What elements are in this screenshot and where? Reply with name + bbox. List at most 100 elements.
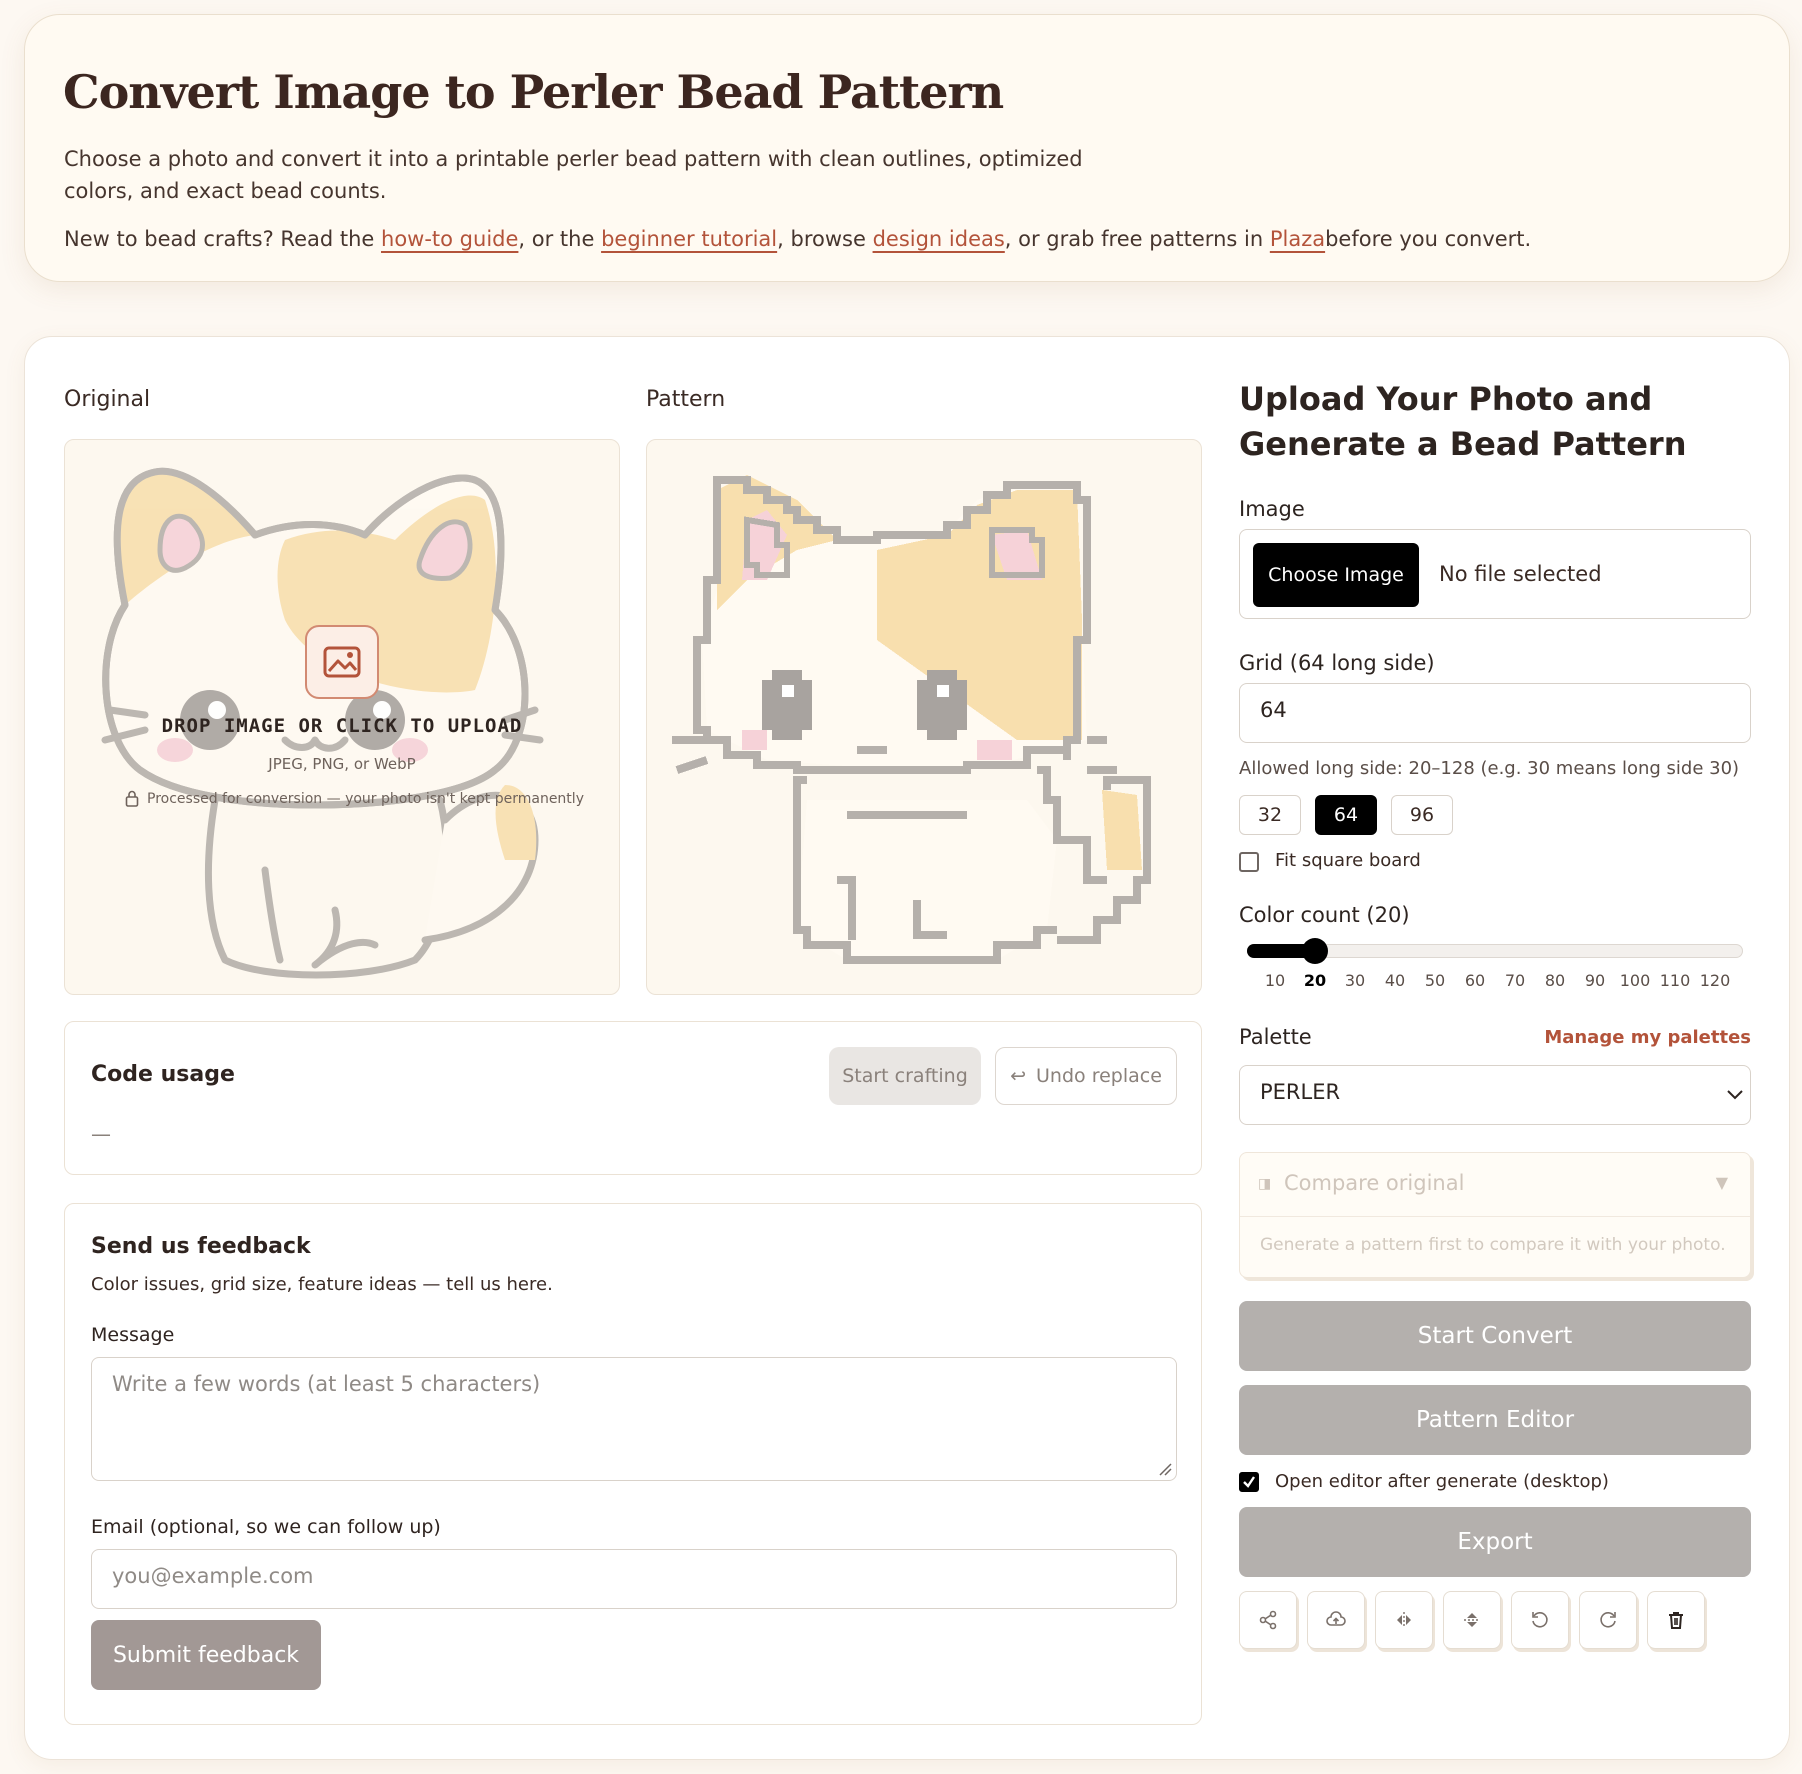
- hero-links-line: New to bead crafts? Read the how-to guid…: [64, 227, 1531, 251]
- choose-image-label: Choose Image: [1268, 564, 1404, 586]
- grid-size-value: 64: [1260, 698, 1287, 722]
- flip-horizontal-button[interactable]: [1375, 1591, 1433, 1649]
- fit-square-checkbox[interactable]: [1239, 852, 1259, 872]
- color-tick-label: 110: [1659, 971, 1691, 990]
- palette-select[interactable]: PERLER: [1239, 1065, 1751, 1125]
- open-editor-label: Open editor after generate (desktop): [1275, 1471, 1609, 1492]
- feedback-card: Send us feedback Color issues, grid size…: [64, 1203, 1202, 1725]
- how-to-guide-link[interactable]: how-to guide: [381, 227, 518, 251]
- color-tick-label: 30: [1344, 971, 1366, 990]
- undo-replace-button[interactable]: ↩ Undo replace: [995, 1047, 1177, 1105]
- choose-image-button[interactable]: Choose Image: [1253, 543, 1419, 607]
- color-tick-label: 40: [1384, 971, 1406, 990]
- expand-triangle-icon: ▼: [1715, 1173, 1728, 1192]
- compare-original-panel[interactable]: ◨ Compare original ▼ Generate a pattern …: [1239, 1152, 1751, 1278]
- delete-button[interactable]: [1647, 1591, 1705, 1649]
- grid-preset-32[interactable]: 32: [1239, 795, 1301, 835]
- compare-title: Compare original: [1284, 1171, 1465, 1195]
- code-usage-empty: —: [91, 1122, 111, 1146]
- links-text: , browse: [777, 227, 873, 251]
- email-label: Email (optional, so we can follow up): [91, 1516, 441, 1538]
- grid-preset-label: 64: [1333, 804, 1359, 826]
- resize-handle-icon[interactable]: [1158, 1462, 1172, 1476]
- plaza-link[interactable]: Plaza: [1270, 227, 1325, 251]
- color-tick-label: 120: [1699, 971, 1731, 990]
- start-crafting-button[interactable]: Start crafting: [829, 1047, 981, 1105]
- color-tick-label: 50: [1424, 971, 1446, 990]
- color-tick-label: 60: [1464, 971, 1486, 990]
- drop-formats: JPEG, PNG, or WebP: [268, 755, 416, 773]
- sidebar-title: Upload Your Photo and Generate a Bead Pa…: [1239, 380, 1687, 463]
- flip-vertical-button[interactable]: [1443, 1591, 1501, 1649]
- grid-preset-label: 96: [1409, 804, 1435, 826]
- privacy-note: Processed for conversion — your photo is…: [125, 790, 584, 807]
- color-tick-label: 10: [1264, 971, 1286, 990]
- rotate-left-button[interactable]: [1511, 1591, 1569, 1649]
- links-text: , or the: [518, 227, 602, 251]
- hero-description: Choose a photo and convert it into a pri…: [64, 147, 1083, 203]
- undo-icon: ↩: [1010, 1065, 1027, 1087]
- start-convert-button[interactable]: Start Convert: [1239, 1301, 1751, 1371]
- message-label: Message: [91, 1324, 175, 1346]
- page-title: Convert Image to Perler Bead Pattern: [63, 65, 1004, 119]
- message-placeholder: Write a few words (at least 5 characters…: [112, 1372, 541, 1396]
- start-convert-label: Start Convert: [1417, 1323, 1573, 1349]
- start-crafting-label: Start crafting: [842, 1065, 968, 1087]
- code-usage-card: Code usage Start crafting ↩ Undo replace…: [64, 1021, 1202, 1175]
- cloud-upload-button[interactable]: [1307, 1591, 1365, 1649]
- flip-horizontal-icon: [1397, 1612, 1411, 1628]
- color-count-ticks: 10 20 30 40 50 60 70 80 90 100 110 120: [1247, 971, 1743, 991]
- code-usage-title: Code usage: [91, 1062, 235, 1087]
- flip-vertical-icon: [1464, 1613, 1480, 1627]
- grid-preset-64[interactable]: 64: [1315, 795, 1377, 835]
- export-button[interactable]: Export: [1239, 1507, 1751, 1577]
- compare-icon: ◨: [1258, 1176, 1272, 1192]
- check-icon: [1243, 1476, 1255, 1488]
- beginner-tutorial-link[interactable]: beginner tutorial: [601, 227, 777, 251]
- feedback-title: Send us feedback: [91, 1234, 311, 1259]
- design-ideas-link[interactable]: design ideas: [873, 227, 1005, 251]
- pattern-editor-button[interactable]: Pattern Editor: [1239, 1385, 1751, 1455]
- color-tick-label: 80: [1544, 971, 1566, 990]
- privacy-text: Processed for conversion — your photo is…: [147, 790, 584, 807]
- hero-card: Convert Image to Perler Bead Pattern Cho…: [24, 14, 1790, 282]
- share-icon: [1259, 1610, 1277, 1630]
- drop-upload-text: DROP IMAGE OR CLICK TO UPLOAD: [161, 715, 523, 737]
- message-textarea[interactable]: Write a few words (at least 5 characters…: [91, 1357, 1177, 1481]
- submit-feedback-button[interactable]: Submit feedback: [91, 1620, 321, 1690]
- open-editor-checkbox[interactable]: [1239, 1472, 1259, 1492]
- grid-preset-96[interactable]: 96: [1391, 795, 1453, 835]
- grid-preset-label: 32: [1257, 804, 1283, 826]
- rotate-right-button[interactable]: [1579, 1591, 1637, 1649]
- rotate-right-icon: [1600, 1612, 1616, 1628]
- share-button[interactable]: [1239, 1591, 1297, 1649]
- email-input[interactable]: you@example.com: [91, 1549, 1177, 1609]
- pattern-preview: [646, 439, 1202, 995]
- links-text: , or grab free patterns in: [1004, 227, 1270, 251]
- color-count-thumb[interactable]: [1302, 938, 1328, 964]
- upload-image-icon[interactable]: [305, 625, 379, 699]
- cloud-upload-icon: [1326, 1611, 1346, 1626]
- export-label: Export: [1457, 1529, 1533, 1555]
- fit-square-label: Fit square board: [1275, 850, 1421, 871]
- submit-feedback-label: Submit feedback: [112, 1642, 300, 1668]
- color-tick-label: 70: [1504, 971, 1526, 990]
- file-input[interactable]: Choose Image No file selected: [1239, 529, 1751, 619]
- pattern-label: Pattern: [646, 387, 726, 412]
- image-label: Image: [1239, 497, 1305, 521]
- grid-help-text: Allowed long side: 20–128 (e.g. 30 means…: [1239, 758, 1740, 779]
- grid-label: Grid (64 long side): [1239, 651, 1435, 675]
- grid-size-input[interactable]: 64: [1239, 683, 1751, 743]
- feedback-subtitle: Color issues, grid size, feature ideas —…: [91, 1274, 553, 1295]
- upload-dropzone[interactable]: DROP IMAGE OR CLICK TO UPLOAD JPEG, PNG,…: [64, 439, 620, 995]
- chevron-down-icon: [1727, 1090, 1743, 1100]
- pixel-cat-pattern: [672, 475, 1151, 964]
- pattern-editor-label: Pattern Editor: [1415, 1407, 1575, 1433]
- rotate-left-icon: [1532, 1612, 1548, 1628]
- lock-icon: [125, 790, 139, 807]
- palette-value: PERLER: [1260, 1080, 1341, 1104]
- color-tick-label: 90: [1584, 971, 1606, 990]
- manage-palettes-link[interactable]: Manage my palettes: [1544, 1027, 1751, 1048]
- links-text: New to bead crafts? Read the: [64, 227, 382, 251]
- compare-header[interactable]: ◨ Compare original ▼: [1240, 1153, 1750, 1217]
